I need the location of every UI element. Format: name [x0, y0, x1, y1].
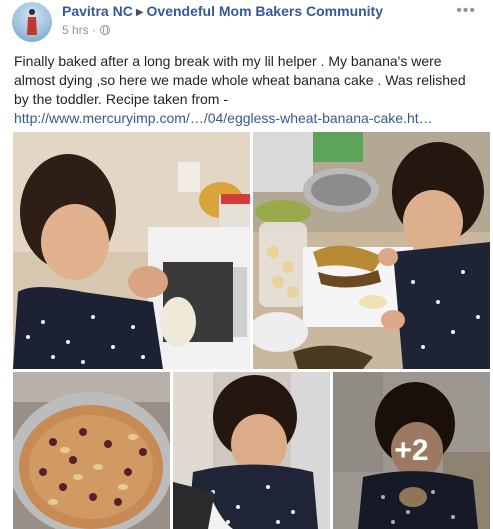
photo-child-more[interactable]: +2 — [333, 372, 490, 529]
post-text: Finally baked after a long break with my… — [14, 53, 466, 107]
author-name[interactable]: Pavitra NC — [62, 3, 133, 19]
post-author-line: Pavitra NC ▶ Ovendeful Mom Bakers Communit… — [62, 3, 383, 19]
post-header: Pavitra NC ▶ Ovendeful Mom Bakers Communit… — [12, 0, 482, 44]
more-photos-count[interactable]: +2 — [333, 372, 490, 529]
ellipsis-icon[interactable]: ••• — [456, 2, 476, 20]
post-meta: 5 hrs · — [62, 23, 111, 37]
avatar-figure — [27, 9, 37, 35]
globe-icon — [100, 24, 111, 35]
photo-image — [173, 372, 330, 529]
post-body: Finally baked after a long break with my… — [14, 52, 482, 128]
photo-grid: +2 — [13, 132, 490, 529]
avatar[interactable] — [12, 2, 52, 42]
photo-image — [253, 132, 490, 369]
timestamp[interactable]: 5 hrs — [62, 23, 89, 37]
group-name[interactable]: Ovendeful Mom Bakers Community — [147, 3, 384, 19]
photo-baked-cake[interactable] — [13, 372, 170, 529]
photo-image — [13, 372, 170, 529]
recipe-link[interactable]: http://www.mercuryimp.com/…/04/eggless-w… — [14, 110, 433, 126]
photo-child-mashing-banana[interactable] — [13, 132, 250, 369]
photo-image — [13, 132, 250, 369]
photo-child-stirring[interactable] — [173, 372, 330, 529]
arrow-right-icon: ▶ — [135, 7, 144, 18]
photo-child-with-bananas[interactable] — [253, 132, 490, 369]
